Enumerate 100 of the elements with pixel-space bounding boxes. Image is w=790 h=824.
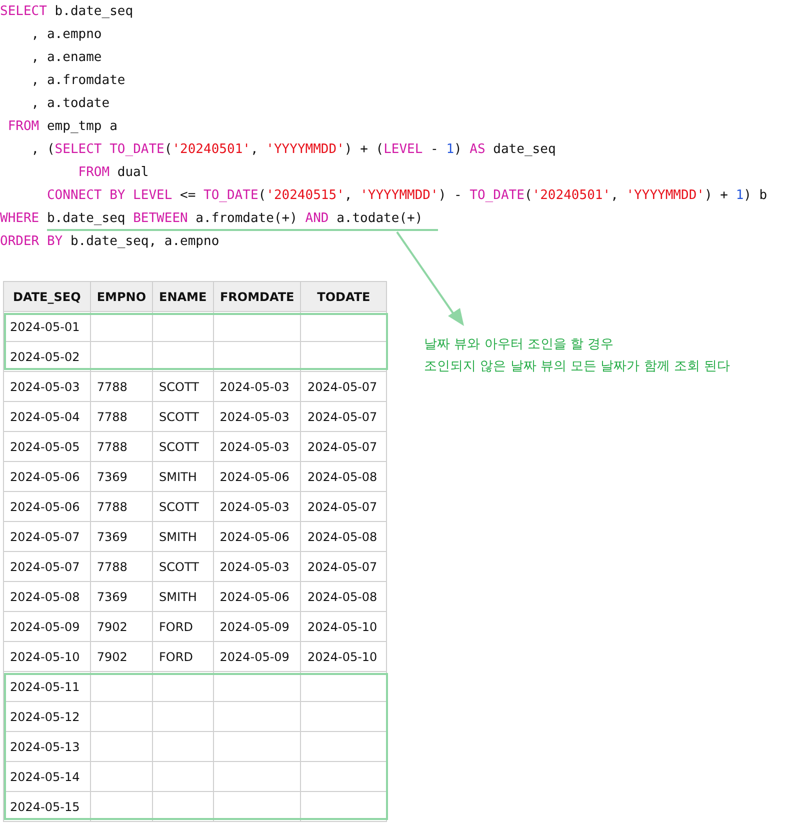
table-cell: 2024-05-07 bbox=[300, 492, 386, 522]
code-text: b.date_seq bbox=[46, 211, 126, 226]
code-text: , a.todate bbox=[30, 96, 110, 111]
sql-keyword: AS bbox=[470, 142, 486, 157]
code-text: b.date_seq, a.empno bbox=[69, 234, 220, 249]
number-literal: 1 bbox=[446, 142, 454, 157]
table-cell: 2024-05-09 bbox=[213, 642, 301, 672]
table-cell: 2024-05-03 bbox=[4, 372, 90, 402]
table-cell: 7369 bbox=[90, 462, 153, 492]
table-cell: 2024-05-13 bbox=[4, 732, 90, 762]
table-cell: FORD bbox=[152, 612, 214, 642]
table-cell: 7788 bbox=[90, 402, 153, 432]
string-literal: 'YYYYMMDD' bbox=[360, 188, 438, 203]
sql-keyword: TO_DATE bbox=[204, 188, 258, 203]
table-cell: 2024-05-05 bbox=[4, 432, 90, 462]
sql-keyword: SELECT bbox=[0, 4, 47, 19]
table-cell: SMITH bbox=[152, 582, 214, 612]
table-cell: 2024-05-10 bbox=[300, 642, 386, 672]
table-cell: 2024-05-01 bbox=[4, 312, 90, 342]
column-header: ENAME bbox=[152, 282, 214, 312]
table-cell: 7788 bbox=[90, 432, 153, 462]
table-cell: 2024-05-14 bbox=[4, 762, 90, 792]
table-cell: 2024-05-02 bbox=[4, 342, 90, 372]
string-literal: 'YYYYMMDD' bbox=[266, 142, 344, 157]
sql-keyword: AND bbox=[305, 211, 329, 226]
table-cell: 2024-05-12 bbox=[4, 702, 90, 732]
column-header: FROMDATE bbox=[213, 282, 301, 312]
table-cell: FORD bbox=[152, 642, 214, 672]
table-cell: 2024-05-04 bbox=[4, 402, 90, 432]
sql-keyword: LEVEL bbox=[384, 142, 423, 157]
code-text: ) + bbox=[704, 188, 729, 203]
table-cell: 2024-05-06 bbox=[4, 462, 90, 492]
table-cell: 2024-05-08 bbox=[300, 462, 386, 492]
table-cell: 2024-05-09 bbox=[213, 612, 301, 642]
string-literal: '20240515' bbox=[266, 188, 344, 203]
table-cell: 7902 bbox=[90, 642, 153, 672]
code-text: , bbox=[610, 188, 620, 203]
code-text: ) b bbox=[744, 188, 768, 203]
table-cell: 2024-05-07 bbox=[300, 552, 386, 582]
sql-keyword: TO_DATE bbox=[470, 188, 524, 203]
string-literal: '20240501' bbox=[532, 188, 611, 203]
table-cell: 2024-05-08 bbox=[300, 582, 386, 612]
string-literal: 'YYYYMMDD' bbox=[626, 188, 704, 203]
table-cell: SCOTT bbox=[152, 492, 214, 522]
table-cell: 7902 bbox=[90, 612, 153, 642]
code-text: , a.ename bbox=[30, 50, 102, 65]
table-cell: SCOTT bbox=[152, 402, 214, 432]
table-cell: 2024-05-03 bbox=[213, 492, 301, 522]
table-cell: 2024-05-06 bbox=[4, 492, 90, 522]
code-text: - bbox=[430, 142, 440, 157]
code-text: , ( bbox=[30, 142, 55, 157]
code-text: dual bbox=[116, 165, 149, 180]
code-text: , a.fromdate bbox=[30, 73, 126, 88]
column-header: TODATE bbox=[300, 282, 386, 312]
table-cell: 2024-05-06 bbox=[213, 522, 301, 552]
number-literal: 1 bbox=[736, 188, 744, 203]
column-header: DATE_SEQ bbox=[4, 282, 90, 312]
table-cell: 2024-05-03 bbox=[213, 402, 301, 432]
code-text: ) + ( bbox=[344, 142, 384, 157]
table-cell: 7788 bbox=[90, 372, 153, 402]
table-cell: 7788 bbox=[90, 492, 153, 522]
column-header: EMPNO bbox=[90, 282, 153, 312]
table-cell: 7369 bbox=[90, 582, 153, 612]
table-cell: 2024-05-09 bbox=[4, 612, 90, 642]
sql-keyword: ORDER BY bbox=[0, 234, 63, 249]
table-cell: SMITH bbox=[152, 462, 214, 492]
code-text: , a.empno bbox=[30, 27, 102, 42]
table-cell: 2024-05-07 bbox=[300, 402, 386, 432]
table-cell: SCOTT bbox=[152, 432, 214, 462]
code-text: ) bbox=[454, 142, 463, 157]
table-cell: 2024-05-08 bbox=[4, 582, 90, 612]
table-cell: 2024-05-07 bbox=[4, 552, 90, 582]
string-literal: '20240501' bbox=[172, 142, 250, 157]
table-cell: 7788 bbox=[90, 552, 153, 582]
code-text: date_seq bbox=[492, 142, 556, 157]
code-text: a.todate(+) bbox=[336, 211, 423, 226]
table-cell: 2024-05-11 bbox=[4, 672, 90, 702]
table-cell: 2024-05-03 bbox=[213, 552, 301, 582]
table-cell: SMITH bbox=[152, 522, 214, 552]
code-text: , bbox=[250, 142, 260, 157]
table-cell: 2024-05-10 bbox=[4, 642, 90, 672]
table-cell: 2024-05-08 bbox=[300, 522, 386, 552]
table-cell: SCOTT bbox=[152, 552, 214, 582]
code-text: b.date_seq bbox=[54, 4, 134, 19]
code-text: a.fromdate(+) bbox=[194, 211, 298, 226]
annotation-text: 날짜 뷰와 아우터 조인을 할 경우 조인되지 않은 날짜 뷰의 모든 날짜가 함께 조회 된다 bbox=[424, 336, 730, 376]
code-text: ( bbox=[524, 188, 532, 203]
table-cell: 2024-05-06 bbox=[213, 462, 301, 492]
table-cell: 2024-05-15 bbox=[4, 792, 90, 822]
code-text: ) - bbox=[438, 188, 463, 203]
table-cell: 2024-05-03 bbox=[213, 432, 301, 462]
table-cell: 2024-05-07 bbox=[300, 432, 386, 462]
sql-keyword: FROM bbox=[77, 165, 110, 180]
table-cell: SCOTT bbox=[152, 372, 214, 402]
table-cell: 2024-05-03 bbox=[213, 372, 301, 402]
sql-keyword: WHERE bbox=[0, 211, 40, 226]
sql-keyword: FROM bbox=[6, 119, 40, 134]
table-cell: 2024-05-10 bbox=[300, 612, 386, 642]
sql-keyword: BETWEEN bbox=[133, 211, 188, 226]
code-text: ( bbox=[258, 188, 266, 203]
